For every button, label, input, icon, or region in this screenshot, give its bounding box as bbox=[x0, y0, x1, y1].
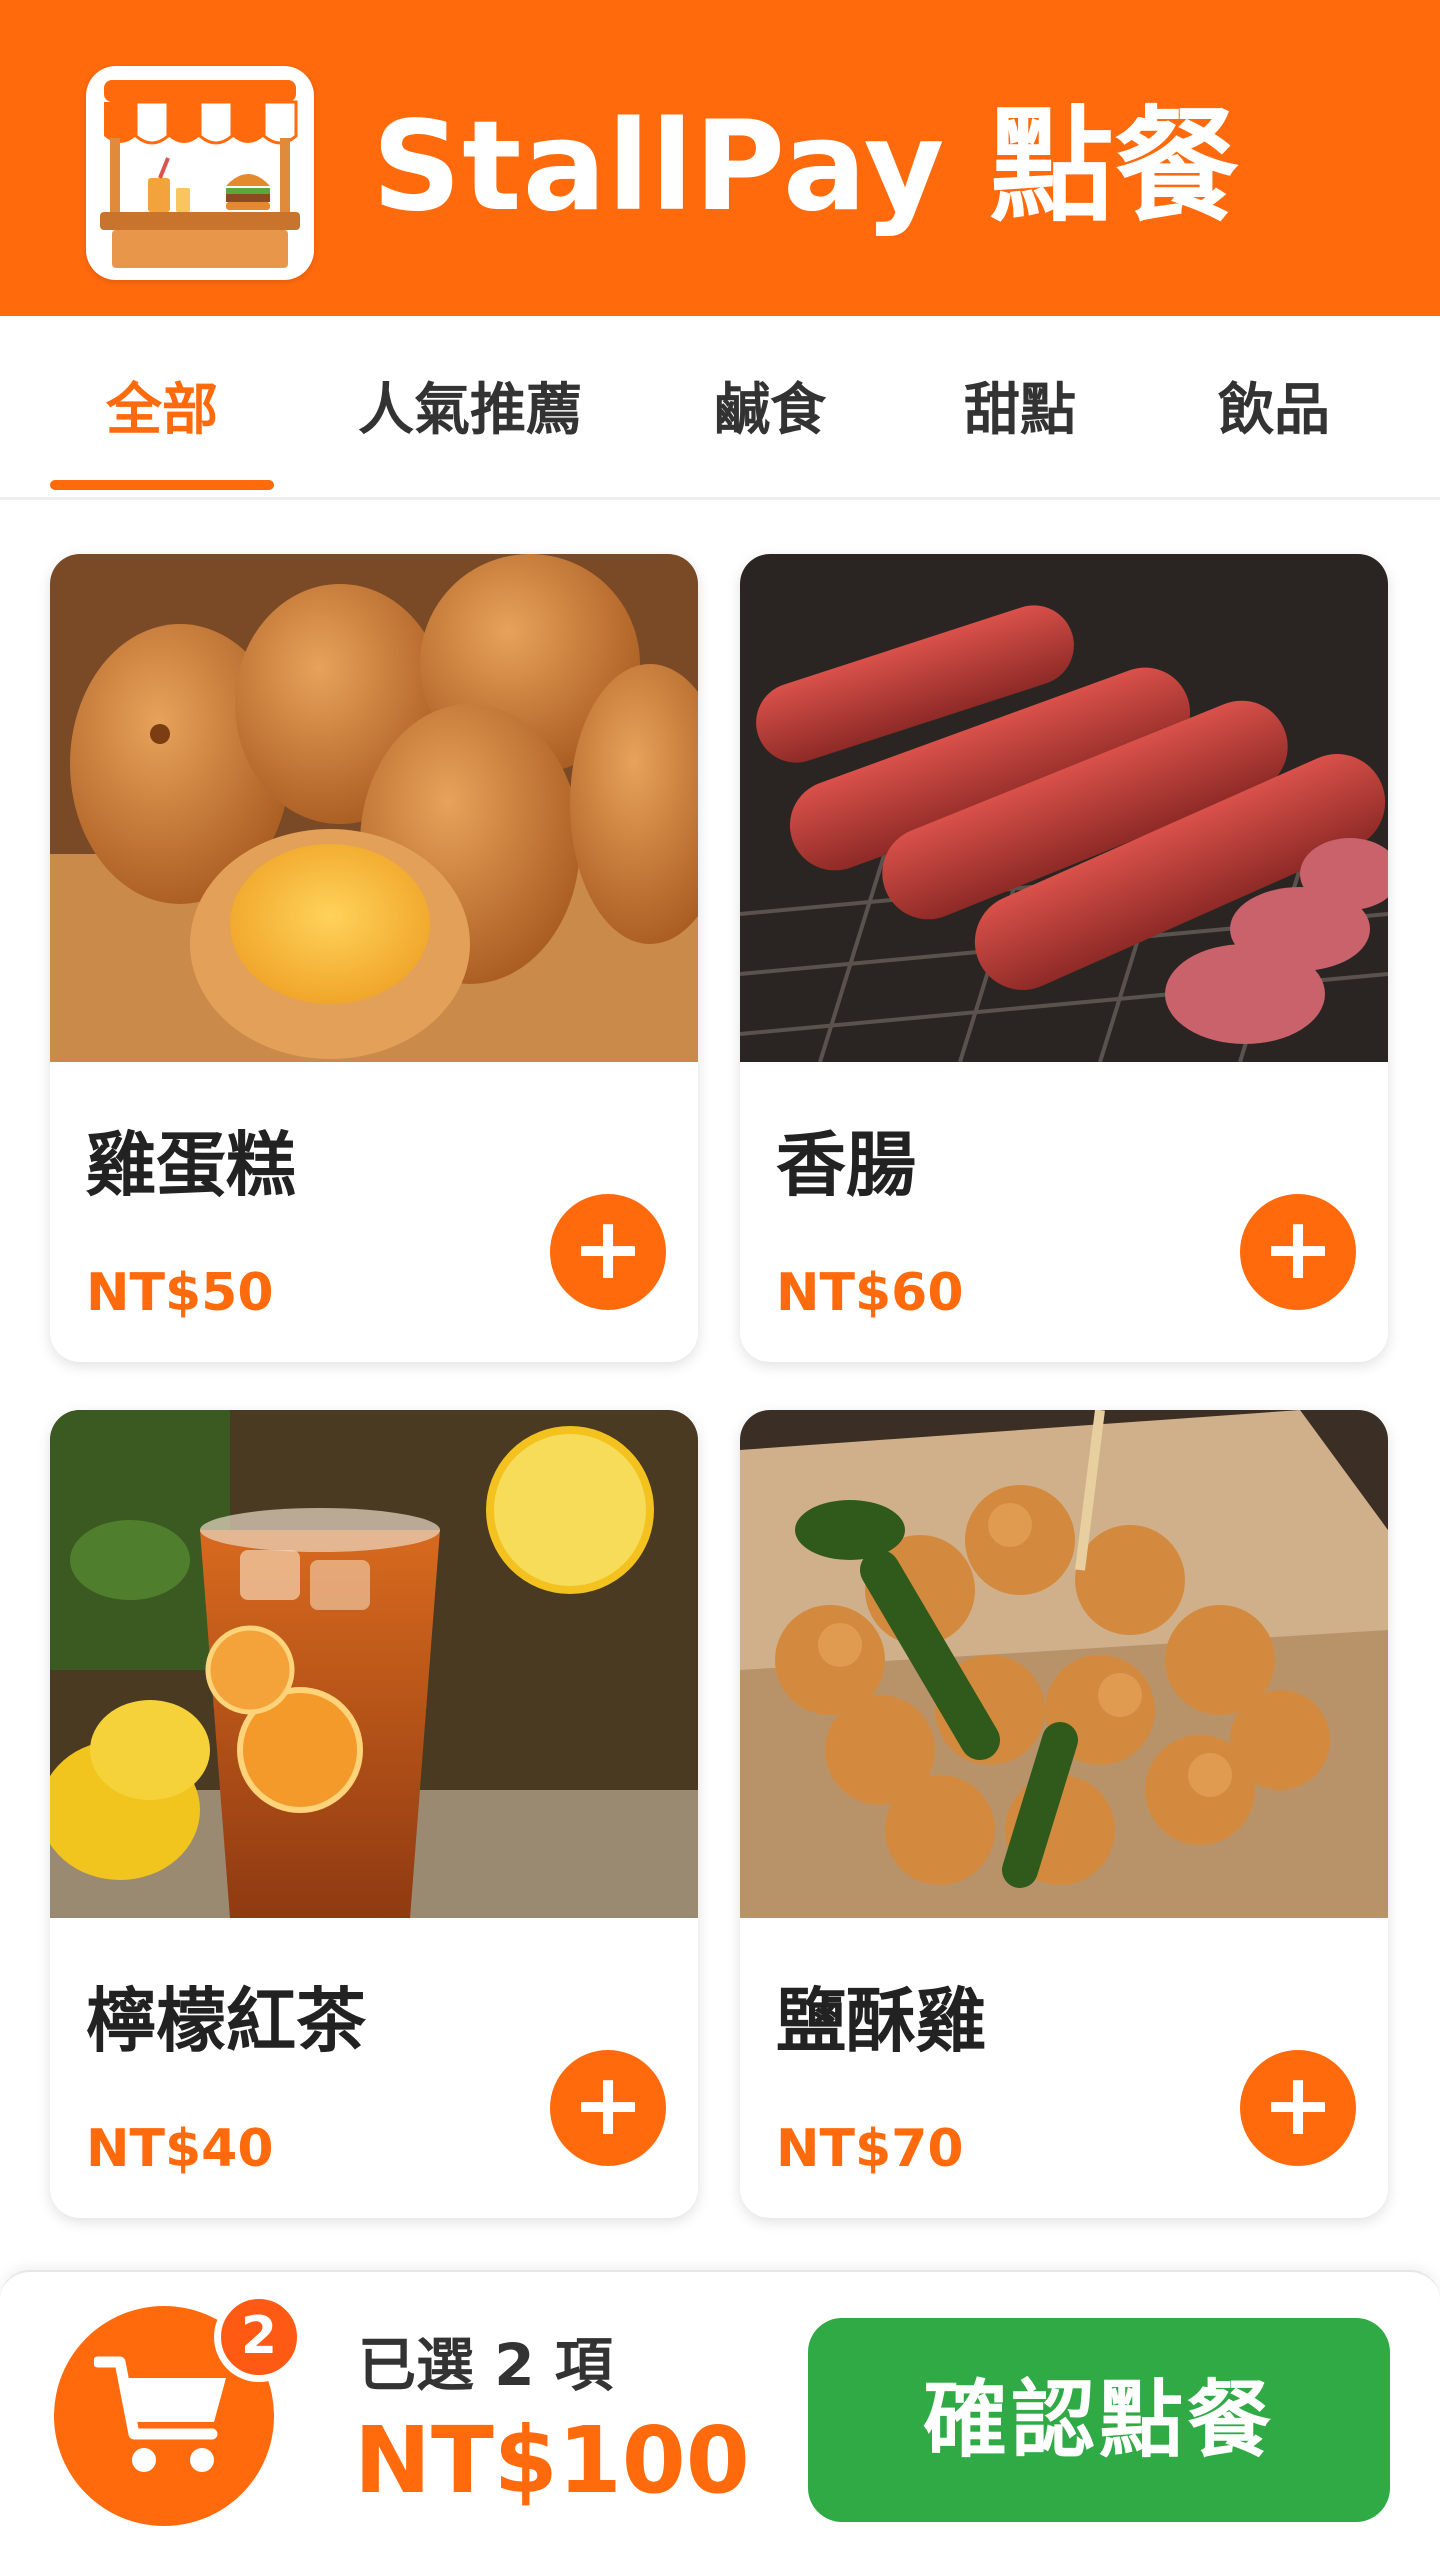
cart-bar: 2 已選 2 項 NT$100 確認點餐 bbox=[0, 2270, 1440, 2560]
item-price: NT$60 bbox=[776, 1263, 964, 1323]
item-price: NT$70 bbox=[776, 2119, 964, 2179]
add-to-cart-button[interactable]: + bbox=[1240, 2050, 1356, 2166]
popcorn-chicken-photo bbox=[740, 1410, 1388, 1918]
item-name: 香腸 bbox=[776, 1124, 916, 1206]
add-to-cart-button[interactable]: + bbox=[550, 2050, 666, 2166]
menu-card[interactable]: 鹽酥雞 NT$70 + bbox=[740, 1410, 1388, 2218]
cart-total: NT$100 bbox=[354, 2407, 750, 2514]
item-name: 檸檬紅茶 bbox=[86, 1980, 366, 2062]
confirm-order-button[interactable]: 確認點餐 bbox=[808, 2318, 1390, 2522]
item-price: NT$50 bbox=[86, 1263, 274, 1323]
menu-card[interactable]: 雞蛋糕 NT$50 + bbox=[50, 554, 698, 1362]
app-header: StallPay 點餐 bbox=[0, 0, 1440, 316]
item-price: NT$40 bbox=[86, 2119, 274, 2179]
add-to-cart-button[interactable]: + bbox=[550, 1194, 666, 1310]
tab-all[interactable]: 全部 bbox=[52, 376, 272, 446]
tab-drinks[interactable]: 飲品 bbox=[1204, 376, 1344, 446]
menu-card[interactable]: 香腸 NT$60 + bbox=[740, 554, 1388, 1362]
tab-popular[interactable]: 人氣推薦 bbox=[340, 376, 600, 446]
lemon-black-tea-photo bbox=[50, 1410, 698, 1918]
tab-dessert[interactable]: 甜點 bbox=[950, 376, 1090, 446]
cart-count-badge: 2 bbox=[214, 2292, 304, 2382]
add-to-cart-button[interactable]: + bbox=[1240, 1194, 1356, 1310]
grilled-sausage-photo bbox=[740, 554, 1388, 1062]
item-name: 雞蛋糕 bbox=[86, 1124, 296, 1206]
category-tabs: 全部 人氣推薦 鹹食 甜點 飲品 bbox=[0, 316, 1440, 500]
item-name: 鹽酥雞 bbox=[776, 1980, 986, 2062]
food-stall-icon bbox=[86, 66, 314, 280]
tab-savory[interactable]: 鹹食 bbox=[700, 376, 840, 446]
egg-cake-photo bbox=[50, 554, 698, 1062]
menu-card[interactable]: 檸檬紅茶 NT$40 + bbox=[50, 1410, 698, 2218]
selected-count-text: 已選 2 項 bbox=[358, 2331, 613, 2399]
active-tab-indicator bbox=[50, 480, 274, 490]
app-title: StallPay 點餐 bbox=[372, 95, 1240, 239]
shopping-cart-icon bbox=[94, 2356, 226, 2472]
